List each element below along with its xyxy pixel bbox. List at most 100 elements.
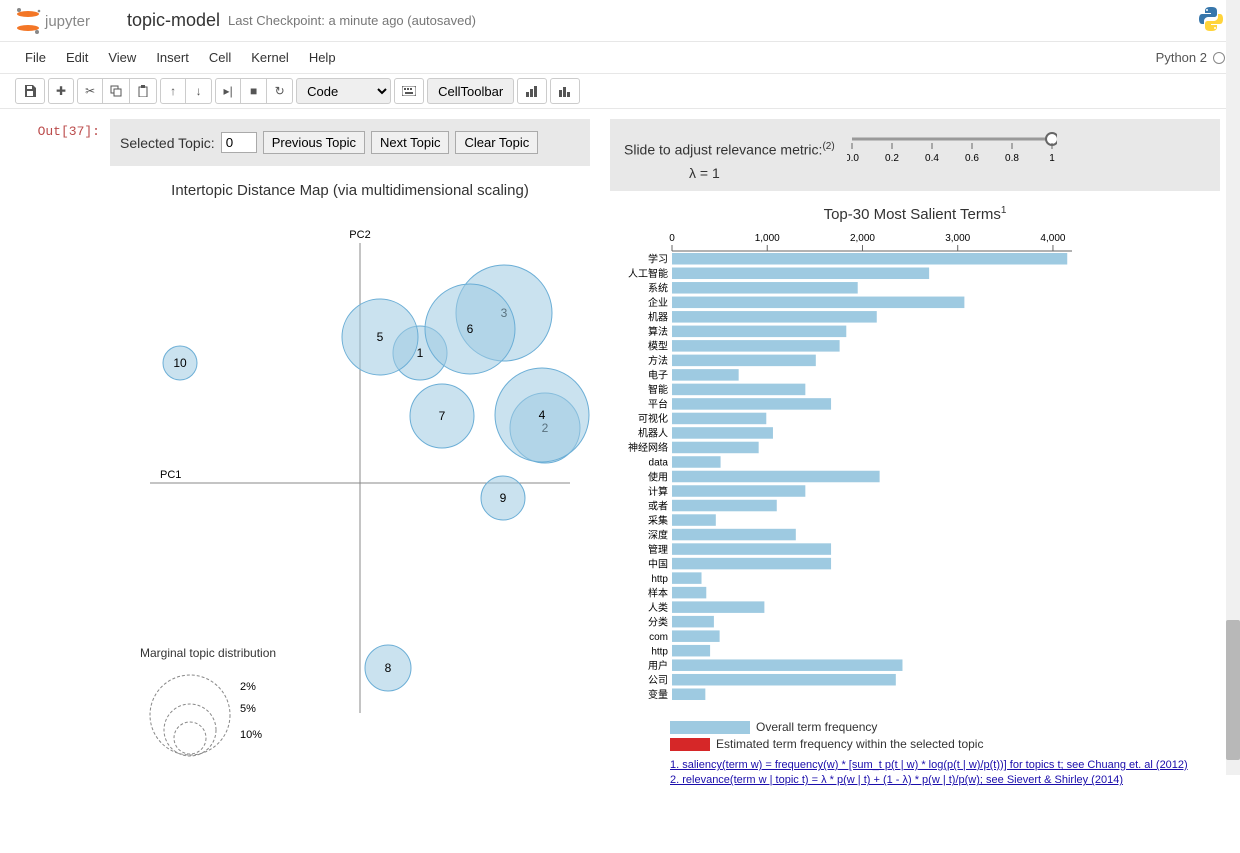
svg-text:PC2: PC2: [349, 229, 370, 241]
svg-text:1,000: 1,000: [755, 233, 780, 244]
svg-text:变量: 变量: [648, 688, 668, 701]
run-button[interactable]: ▸|: [215, 78, 241, 104]
toolbar: ✚ ✂ ↑ ↓ ▸| ■ ↻ Code CellToolbar: [0, 74, 1240, 109]
selected-topic-label: Selected Topic:: [120, 135, 215, 151]
python-logo: [1197, 5, 1225, 36]
svg-text:智能: 智能: [648, 383, 668, 396]
top30-barchart[interactable]: 01,0002,0003,0004,000 学习人工智能系统企业机器算法模型方法…: [610, 229, 1080, 709]
copy-button[interactable]: [103, 78, 130, 104]
menu-insert[interactable]: Insert: [146, 46, 199, 69]
svg-text:平台: 平台: [648, 398, 668, 411]
svg-text:com: com: [649, 632, 668, 643]
menu-kernel[interactable]: Kernel: [241, 46, 299, 69]
svg-text:机器: 机器: [648, 311, 668, 324]
svg-text:用户: 用户: [648, 659, 668, 672]
legend-overall-label: Overall term frequency: [756, 720, 877, 734]
scrollbar-thumb[interactable]: [1226, 620, 1240, 760]
svg-text:0.0: 0.0: [847, 153, 859, 164]
menu-cell[interactable]: Cell: [199, 46, 241, 69]
jupyter-logo[interactable]: jupyter: [15, 6, 115, 36]
footnote-1[interactable]: 1. saliency(term w) = frequency(w) * [su…: [670, 758, 1220, 773]
slider-panel: Slide to adjust relevance metric:(2) 0.0…: [610, 119, 1220, 191]
footnotes: 1. saliency(term w) = frequency(w) * [su…: [610, 754, 1220, 789]
svg-text:模型: 模型: [648, 340, 668, 353]
right-panel: Slide to adjust relevance metric:(2) 0.0…: [610, 119, 1220, 843]
svg-text:data: data: [649, 458, 669, 469]
svg-text:10%: 10%: [240, 729, 262, 741]
output-cell: Out[37]: Selected Topic: Previous Topic …: [5, 119, 1235, 843]
svg-text:1: 1: [1049, 153, 1055, 164]
legend-swatch-overall: [670, 721, 750, 734]
svg-text:4,000: 4,000: [1040, 233, 1065, 244]
paste-button[interactable]: [130, 78, 157, 104]
menu-edit[interactable]: Edit: [56, 46, 98, 69]
svg-text:0: 0: [669, 233, 675, 244]
svg-text:jupyter: jupyter: [44, 13, 90, 30]
svg-text:5: 5: [377, 330, 384, 344]
vertical-scrollbar[interactable]: [1226, 0, 1240, 775]
svg-text:0.8: 0.8: [1005, 153, 1019, 164]
svg-text:机器人: 机器人: [638, 427, 668, 440]
output-area: Selected Topic: Previous Topic Next Topi…: [110, 119, 1235, 843]
topic-controls: Selected Topic: Previous Topic Next Topi…: [110, 119, 590, 166]
svg-text:管理: 管理: [648, 543, 668, 556]
move-down-button[interactable]: ↓: [186, 78, 212, 104]
svg-text:系统: 系统: [648, 282, 668, 295]
svg-text:方法: 方法: [648, 354, 668, 367]
intertopic-plot[interactable]: PC2 PC1 12345678910: [110, 203, 590, 723]
svg-text:可视化: 可视化: [638, 412, 668, 425]
restart-button[interactable]: ↻: [267, 78, 293, 104]
svg-text:0.2: 0.2: [885, 153, 899, 164]
svg-text:4: 4: [539, 408, 546, 422]
svg-text:电子: 电子: [648, 369, 668, 382]
kernel-name: Python 2: [1156, 50, 1207, 65]
svg-text:2%: 2%: [240, 681, 256, 693]
previous-topic-button[interactable]: Previous Topic: [263, 131, 365, 154]
save-button[interactable]: [15, 78, 45, 104]
legend: Overall term frequency Estimated term fr…: [610, 712, 1220, 751]
menu-view[interactable]: View: [98, 46, 146, 69]
header: jupyter topic-model Last Checkpoint: a m…: [0, 0, 1240, 42]
intertopic-title: Intertopic Distance Map (via multidimens…: [110, 174, 590, 203]
menu-help[interactable]: Help: [299, 46, 346, 69]
svg-text:中国: 中国: [648, 557, 668, 570]
notebook-container: Out[37]: Selected Topic: Previous Topic …: [0, 109, 1240, 853]
svg-text:采集: 采集: [648, 514, 668, 527]
svg-text:0.6: 0.6: [965, 153, 979, 164]
marginal-label: Marginal topic distribution: [140, 646, 620, 660]
footnote-2[interactable]: 2. relevance(term w | topic t) = λ * p(w…: [670, 773, 1220, 788]
legend-estimated-label: Estimated term frequency within the sele…: [716, 737, 983, 751]
lambda-slider[interactable]: 0.0 0.2 0.4 0.6 0.8 1: [847, 129, 1057, 169]
clear-topic-button[interactable]: Clear Topic: [455, 131, 538, 154]
svg-text:0.4: 0.4: [925, 153, 939, 164]
selected-topic-input[interactable]: [221, 132, 257, 153]
svg-text:企业: 企业: [648, 296, 668, 309]
add-cell-button[interactable]: ✚: [48, 78, 74, 104]
checkpoint-text: Last Checkpoint: a minute ago (autosaved…: [228, 13, 476, 28]
next-topic-button[interactable]: Next Topic: [371, 131, 449, 154]
svg-text:PC1: PC1: [160, 469, 181, 481]
svg-text:3,000: 3,000: [945, 233, 970, 244]
svg-text:10: 10: [173, 356, 187, 370]
svg-text:人工智能: 人工智能: [628, 267, 668, 280]
chart1-button[interactable]: [517, 78, 547, 104]
notebook-name[interactable]: topic-model: [127, 10, 220, 31]
cut-button[interactable]: ✂: [77, 78, 103, 104]
svg-text:人类: 人类: [648, 601, 668, 614]
svg-text:6: 6: [467, 322, 474, 336]
svg-text:9: 9: [500, 491, 507, 505]
command-palette-button[interactable]: [394, 78, 424, 104]
celltoolbar-button[interactable]: CellToolbar: [427, 78, 514, 104]
svg-text:分类: 分类: [648, 615, 668, 628]
svg-text:http: http: [651, 646, 668, 657]
svg-text:深度: 深度: [648, 528, 668, 541]
marginal-legend: 2% 5% 10%: [140, 660, 300, 760]
cell-type-select[interactable]: Code: [296, 78, 391, 104]
svg-text:http: http: [651, 574, 668, 585]
menu-file[interactable]: File: [15, 46, 56, 69]
stop-button[interactable]: ■: [241, 78, 267, 104]
svg-text:神经网络: 神经网络: [628, 441, 668, 454]
svg-text:7: 7: [439, 409, 446, 423]
chart2-button[interactable]: [550, 78, 580, 104]
move-up-button[interactable]: ↑: [160, 78, 186, 104]
